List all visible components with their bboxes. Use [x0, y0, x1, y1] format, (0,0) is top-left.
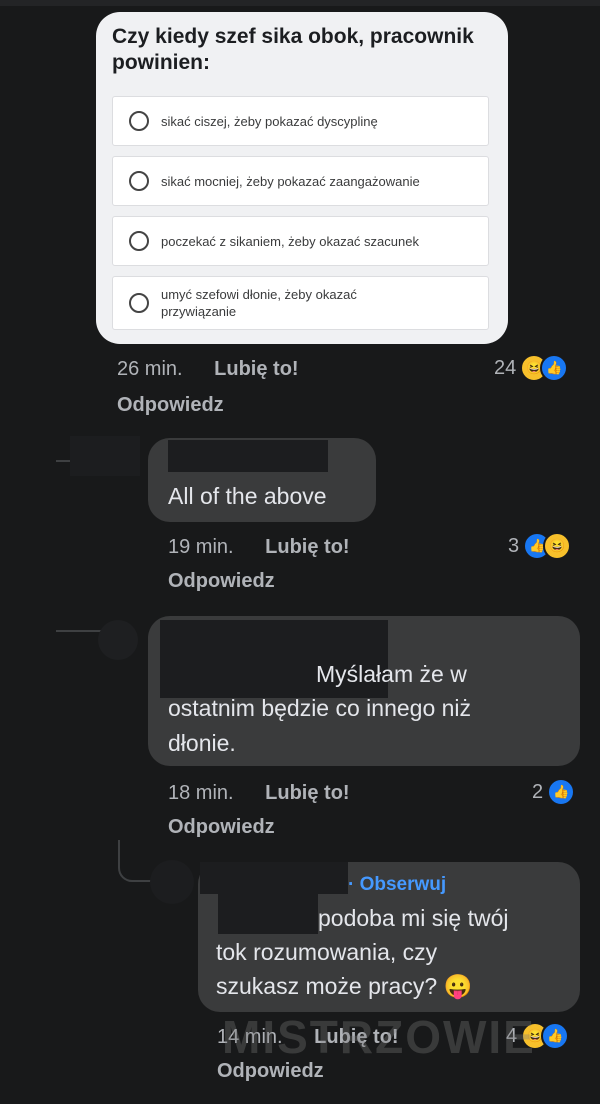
- reaction-summary[interactable]: 3 👍 😆: [508, 532, 572, 560]
- reply-link[interactable]: Odpowiedz: [117, 394, 224, 417]
- poll-option-label: poczekać z sikaniem, żeby okazać szacune…: [161, 233, 419, 249]
- comment-meta: 18 min. Lubię to!: [168, 782, 350, 805]
- follow-link[interactable]: · Obserwuj: [348, 874, 446, 896]
- like-link[interactable]: Lubię to!: [265, 782, 349, 804]
- comment-meta: 26 min. Lubię to!: [117, 358, 299, 381]
- comment-time: 18 min.: [168, 782, 234, 804]
- comment-text: All of the above: [168, 483, 327, 509]
- reaction-summary[interactable]: 2 👍: [532, 778, 576, 806]
- avatar: [98, 620, 138, 660]
- like-icon: 👍: [540, 354, 569, 382]
- comment-text: szukasz może pracy? 😛: [216, 973, 473, 999]
- poll-option[interactable]: sikać ciszej, żeby pokazać dyscyplinę: [112, 96, 489, 146]
- poll-option-label: umyć szefowi dłonie, żeby okazać przywią…: [161, 287, 357, 319]
- top-divider: [0, 0, 600, 6]
- comment-text: tok rozumowania, czy: [216, 939, 438, 965]
- like-link[interactable]: Lubię to!: [265, 536, 349, 558]
- poll-question: Czy kiedy szef sika obok, pracownik powi…: [112, 25, 474, 74]
- comment-text: podoba mi się twój: [318, 905, 509, 931]
- like-icon: 👍: [547, 778, 576, 806]
- poll-option-label: sikać mocniej, żeby pokazać zaangażowani…: [161, 173, 420, 189]
- reaction-count: 24: [494, 356, 517, 379]
- comment-text: ostatnim będzie co innego niż: [168, 695, 472, 721]
- reply-link[interactable]: Odpowiedz: [168, 816, 275, 839]
- reaction-summary[interactable]: 24 😆 👍: [494, 354, 569, 382]
- radio-button[interactable]: [129, 231, 149, 251]
- poll-card: Czy kiedy szef sika obok, pracownik powi…: [96, 12, 508, 344]
- like-icon: 👍: [541, 1022, 570, 1050]
- redacted-name: [168, 440, 328, 472]
- haha-icon: 😆: [543, 532, 572, 560]
- radio-button[interactable]: [129, 111, 149, 131]
- like-link[interactable]: Lubię to!: [214, 358, 298, 380]
- comment-time: 26 min.: [117, 358, 183, 380]
- poll-option-label: sikać ciszej, żeby pokazać dyscyplinę: [161, 113, 378, 129]
- poll-option[interactable]: poczekać z sikaniem, żeby okazać szacune…: [112, 216, 489, 266]
- reaction-count: 3: [508, 534, 520, 557]
- comment-text: dłonie.: [168, 730, 236, 756]
- reply-link[interactable]: Odpowiedz: [168, 570, 275, 593]
- watermark: MISTRZOWIE: [222, 1011, 536, 1063]
- avatar: [150, 860, 194, 904]
- redacted-name: [200, 862, 348, 894]
- poll-option[interactable]: sikać mocniej, żeby pokazać zaangażowani…: [112, 156, 489, 206]
- poll-option[interactable]: umyć szefowi dłonie, żeby okazać przywią…: [112, 276, 489, 330]
- comment-time: 19 min.: [168, 536, 234, 558]
- comment-text: Myślałam że w: [316, 661, 467, 687]
- radio-button[interactable]: [129, 171, 149, 191]
- reaction-count: 2: [532, 780, 544, 803]
- radio-button[interactable]: [129, 293, 149, 313]
- avatar: [70, 436, 140, 476]
- redacted-name: [218, 894, 318, 934]
- comment-meta: 19 min. Lubię to!: [168, 536, 350, 559]
